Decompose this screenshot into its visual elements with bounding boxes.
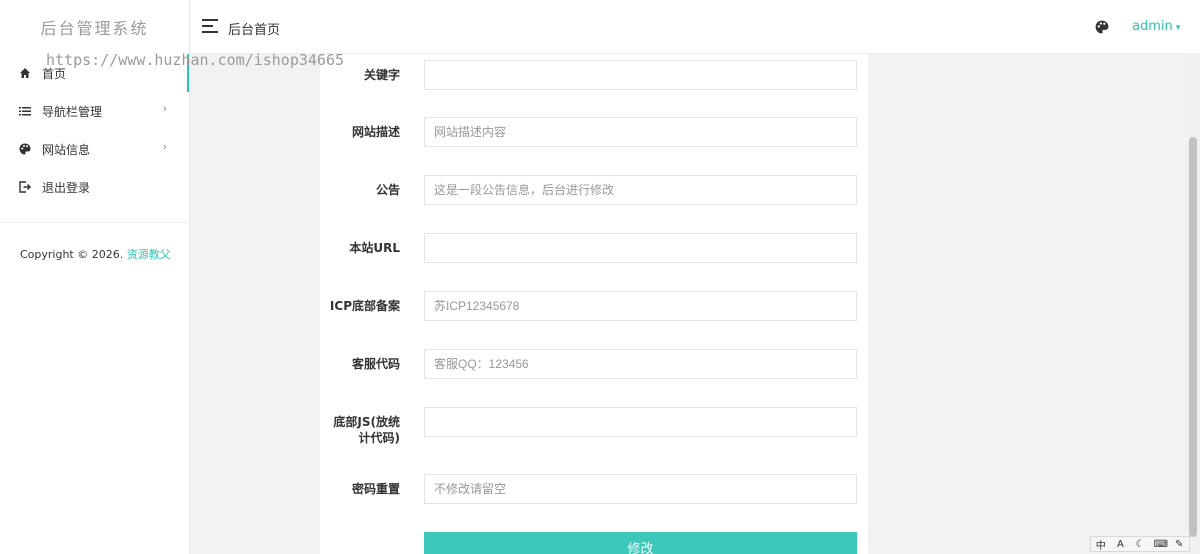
ime-tool-icon[interactable]: ✎ (1173, 539, 1185, 550)
copyright-text: Copyright © 2026. (20, 248, 124, 261)
submit-button[interactable]: 修改 (424, 532, 857, 554)
form-label: 底部JS(放统 计代码) (320, 414, 400, 446)
menu-toggle-icon[interactable] (202, 19, 218, 33)
sidebar-item-label: 导航栏管理 (42, 104, 103, 119)
top-header: 后台首页 admin ▾ (190, 0, 1200, 54)
copyright: Copyright © 2026. 资源教父 (20, 246, 171, 262)
form-label: 密码重置 (351, 482, 400, 496)
chevron-right-icon: › (162, 102, 167, 115)
ime-font-icon[interactable]: A (1114, 539, 1126, 550)
ime-lang-icon[interactable]: 中 (1095, 537, 1107, 552)
site-url-input[interactable] (424, 233, 857, 263)
logout-icon (18, 180, 32, 194)
caret-down-icon: ▾ (1175, 23, 1181, 33)
keywords-input[interactable] (424, 60, 857, 90)
copyright-link[interactable]: 资源教父 (127, 248, 171, 261)
form-label: 本站URL (349, 241, 400, 255)
sidebar-nav: 首页 导航栏管理 › 网站信息 › 退出登录 (0, 54, 189, 206)
icp-input[interactable] (424, 291, 857, 321)
page-title: 后台首页 (228, 23, 281, 38)
form-label-line: 底部JS(放统 (333, 415, 400, 429)
form-label: 网站描述 (351, 125, 400, 139)
sidebar-item-logout[interactable]: 退出登录 (0, 168, 189, 206)
footer-js-input[interactable] (424, 407, 857, 437)
form-label: 客服代码 (351, 357, 400, 371)
description-input[interactable] (424, 117, 857, 147)
ime-toolbar: 中 A ☾ ⌨ ✎ (1090, 536, 1190, 552)
watermark-text: https://www.huzhan.com/ishop34665 (46, 51, 345, 69)
scrollbar-thumb[interactable] (1189, 137, 1197, 537)
form-label: ICP底部备案 (329, 299, 400, 313)
theme-palette-icon[interactable] (1095, 19, 1111, 35)
chevron-right-icon: › (162, 140, 167, 153)
sidebar-item-label: 退出登录 (42, 180, 91, 195)
sidebar-item-nav-manage[interactable]: 导航栏管理 › (0, 92, 189, 130)
ime-keyboard-icon[interactable]: ⌨ (1154, 539, 1168, 550)
form-label: 公告 (375, 183, 400, 197)
user-menu[interactable]: admin ▾ (1132, 19, 1180, 34)
sidebar: 后台管理系统 首页 导航栏管理 › 网站信息 › 退出登录 Copyright … (0, 0, 190, 554)
palette-icon (18, 142, 32, 156)
sidebar-item-label: 网站信息 (42, 142, 91, 157)
settings-form: 关键字 网站描述 公告 本站URL ICP底部备案 客服代码 底部JS(放统 计… (320, 54, 868, 554)
form-label: 关键字 (363, 68, 400, 82)
notice-input[interactable] (424, 175, 857, 205)
form-label-line: 计代码) (358, 431, 401, 445)
sidebar-item-site-info[interactable]: 网站信息 › (0, 130, 189, 168)
service-code-input[interactable] (424, 349, 857, 379)
brand-title: 后台管理系统 (40, 19, 149, 38)
sidebar-divider (0, 222, 190, 223)
ime-moon-icon[interactable]: ☾ (1134, 539, 1146, 550)
password-reset-input[interactable] (424, 474, 857, 504)
page-scrollbar[interactable] (1186, 54, 1200, 554)
list-icon (18, 104, 32, 118)
user-name: admin (1132, 19, 1173, 34)
home-icon (18, 66, 32, 80)
